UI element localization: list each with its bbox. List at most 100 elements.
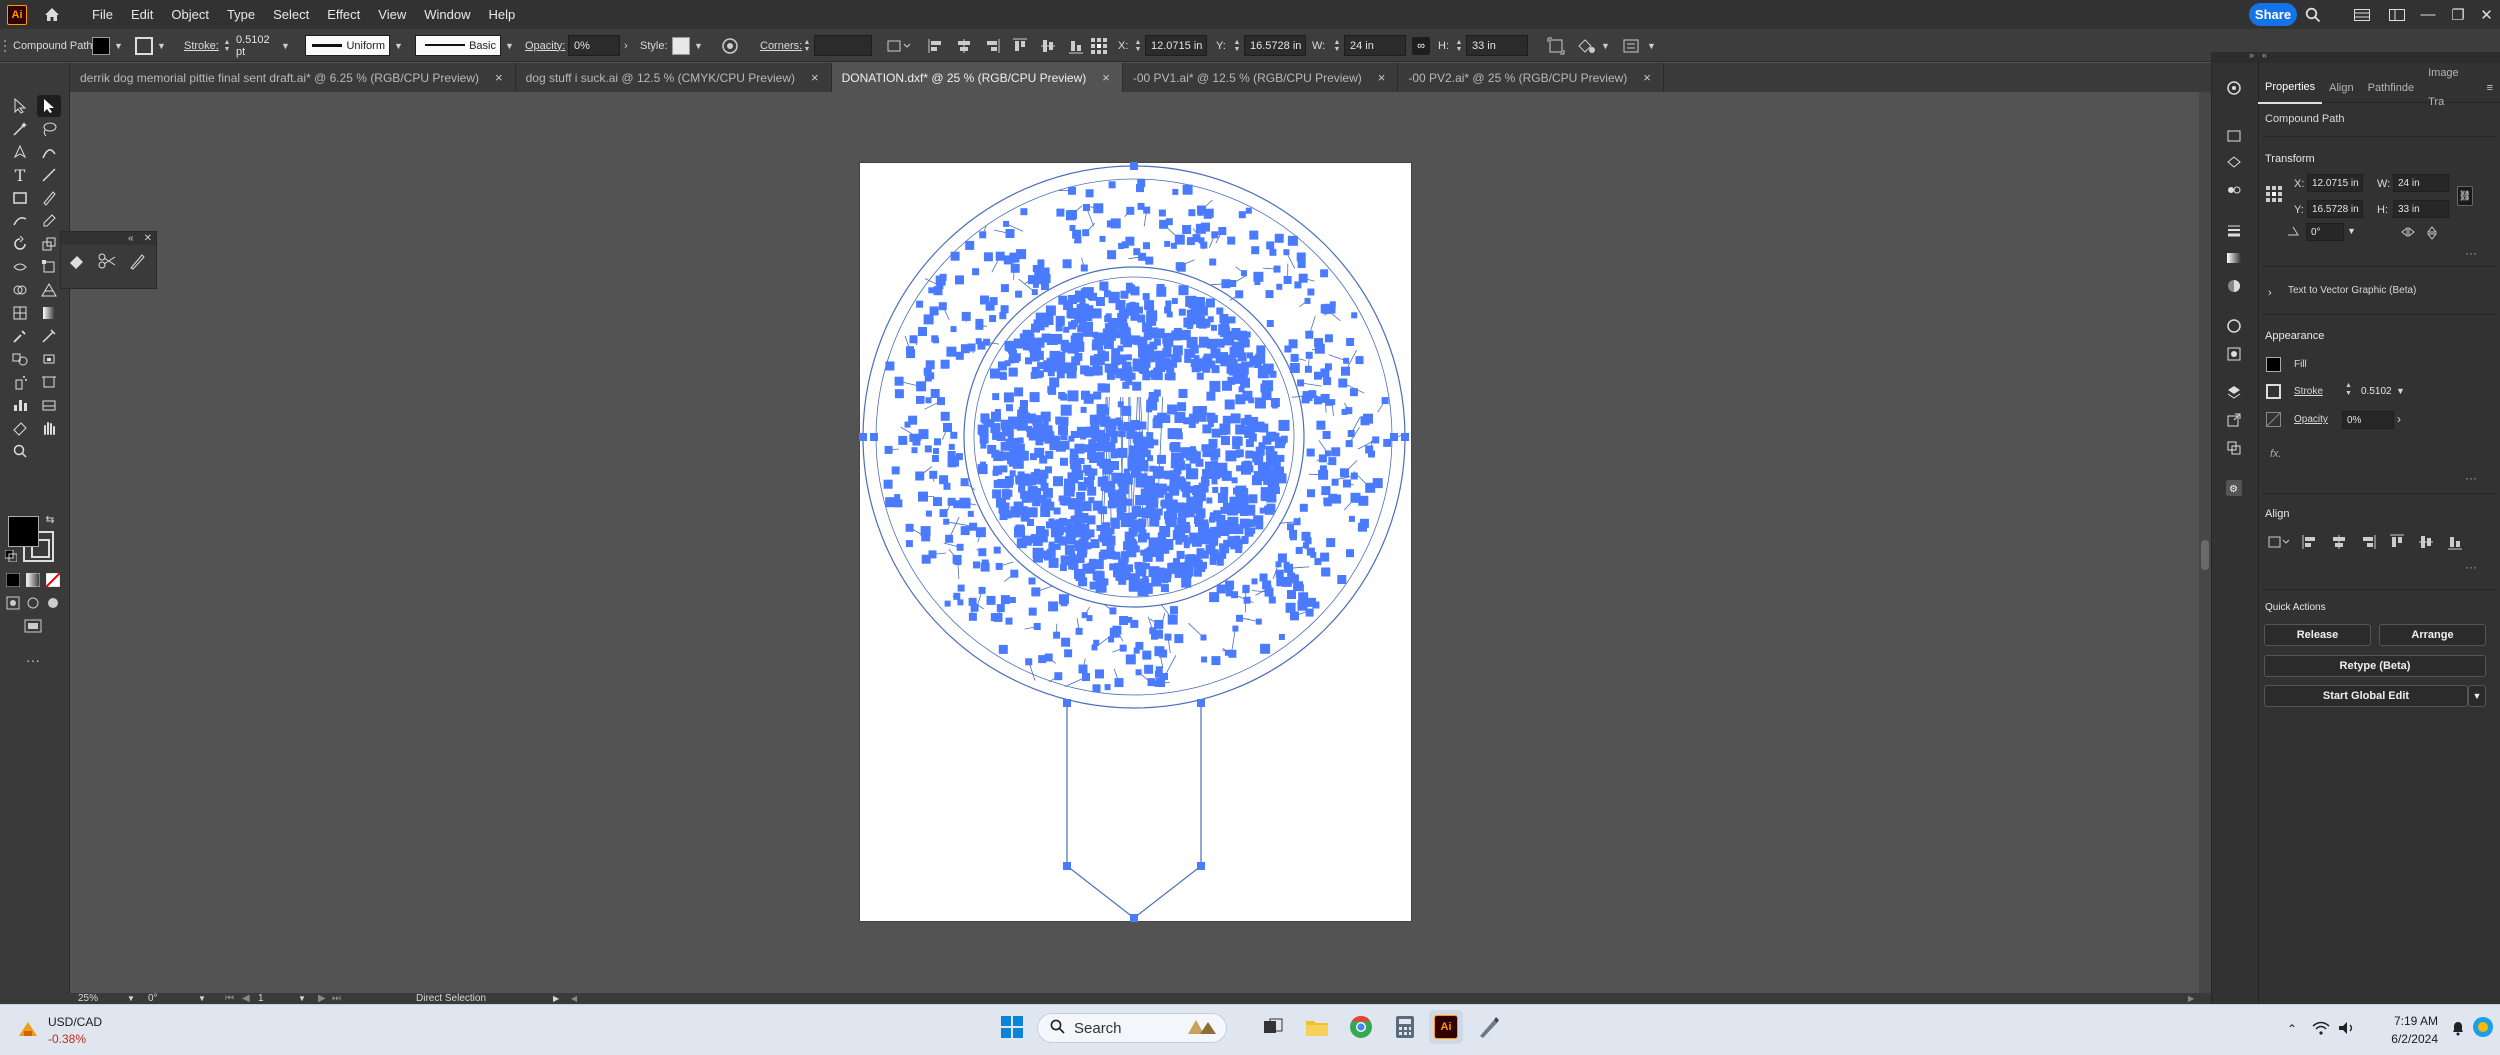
rotate-tool-icon[interactable] xyxy=(8,233,32,255)
collapse-icon[interactable]: » xyxy=(2249,50,2254,60)
menu-window[interactable]: Window xyxy=(415,0,479,29)
fill-color-control[interactable]: ▼ xyxy=(92,29,123,62)
stroke-weight-field[interactable]: 0.5102 xyxy=(2357,382,2395,400)
pen-app-icon[interactable] xyxy=(1472,1010,1506,1044)
w-control[interactable]: ▲ ▼ 24 in xyxy=(1333,29,1406,62)
close-icon[interactable]: ✕ xyxy=(2473,0,2500,29)
clock-date[interactable]: 6/2/2024 xyxy=(2374,1032,2438,1046)
tab-pv2[interactable]: -00 PV2.ai* @ 25 % (RGB/CPU Preview) × xyxy=(1398,63,1664,92)
stepper-icon[interactable]: ▲ ▼ xyxy=(2345,382,2353,398)
tab-align[interactable]: Align xyxy=(2322,74,2360,103)
close-icon[interactable]: × xyxy=(1378,70,1386,85)
chevron-up-icon[interactable]: ⌃ xyxy=(2287,1022,2297,1036)
tab-dog-stuff[interactable]: dog stuff i suck.ai @ 12.5 % (CMYK/CPU P… xyxy=(516,63,832,92)
calculator-icon[interactable] xyxy=(1388,1010,1422,1044)
first-artboard-icon[interactable]: ⏮ xyxy=(225,993,234,1004)
eraser-icon[interactable] xyxy=(8,417,32,439)
stroke-label[interactable]: Stroke xyxy=(2294,386,2323,397)
stroke-weight-control[interactable]: ▲ ▼ 0.5102 pt ▼ xyxy=(223,29,290,62)
color-mode-icon[interactable] xyxy=(4,571,22,589)
fill-color-swatch[interactable] xyxy=(8,516,39,547)
align-bottom-icon[interactable] xyxy=(1065,35,1087,57)
menu-edit[interactable]: Edit xyxy=(122,0,162,29)
menu-type[interactable]: Type xyxy=(218,0,264,29)
magic-wand-icon[interactable] xyxy=(8,118,32,140)
width-tool-icon[interactable] xyxy=(8,256,32,278)
default-colors-icon[interactable] xyxy=(4,549,18,563)
wifi-icon[interactable] xyxy=(2312,1021,2330,1038)
screen-mode-icon[interactable] xyxy=(22,617,44,635)
symbol-sprayer-icon[interactable] xyxy=(8,371,32,393)
collapse-icon[interactable]: « xyxy=(128,233,134,244)
menu-effect[interactable]: Effect xyxy=(318,0,369,29)
stroke-color-control[interactable]: ▼ xyxy=(135,29,166,62)
flip-horizontal-icon[interactable] xyxy=(2401,226,2415,240)
constrain-proportions-icon[interactable]: ∞ xyxy=(1412,29,1430,62)
opacity-label[interactable]: Opacity xyxy=(2294,414,2328,425)
align-top-icon[interactable] xyxy=(2389,534,2405,553)
search-icon[interactable] xyxy=(2300,0,2326,29)
chevron-down-icon[interactable]: ▼ xyxy=(694,41,703,51)
tab-image-trace[interactable]: Image Tra xyxy=(2421,59,2479,117)
shape-options-icon[interactable]: ▼ xyxy=(1577,29,1610,62)
opacity-control[interactable]: 0% › xyxy=(568,29,628,62)
properties-panel-icon[interactable] xyxy=(2223,78,2245,98)
chevron-down-icon[interactable]: ▼ xyxy=(114,41,123,51)
menu-file[interactable]: File xyxy=(83,0,122,29)
ticker-name[interactable]: USD/CAD xyxy=(48,1015,102,1029)
align-middle-icon[interactable] xyxy=(2418,534,2434,553)
chevron-right-icon[interactable]: › xyxy=(2268,287,2272,299)
slice-tool-icon[interactable] xyxy=(37,394,61,416)
more-options-icon[interactable]: ··· xyxy=(2465,246,2477,260)
y-control[interactable]: ▲ ▼ 16.5728 in xyxy=(1233,29,1306,62)
chevron-down-icon[interactable]: ▼ xyxy=(1647,41,1656,51)
zoom-tool-icon[interactable] xyxy=(8,440,32,462)
free-transform-icon[interactable] xyxy=(37,256,61,278)
constrain-proportions-icon[interactable]: ⛓ xyxy=(2457,186,2473,206)
gradient-mode-icon[interactable] xyxy=(24,571,42,589)
more-options-icon[interactable]: ··· xyxy=(2465,471,2477,485)
brush-field[interactable]: Basic xyxy=(415,35,501,56)
chevron-down-icon[interactable]: ▼ xyxy=(394,41,403,51)
line-tool-icon[interactable] xyxy=(37,164,61,186)
align-middle-icon[interactable] xyxy=(1037,35,1059,57)
menu-view[interactable]: View xyxy=(369,0,415,29)
stroke-panel-icon[interactable] xyxy=(2223,220,2245,240)
pen-tool-icon[interactable] xyxy=(8,141,32,163)
weather-widget-icon[interactable] xyxy=(16,1018,40,1042)
swap-colors-icon[interactable]: ⇆ xyxy=(43,512,57,526)
chevron-down-icon[interactable]: ▼ xyxy=(505,41,514,51)
align-left-icon[interactable] xyxy=(2302,534,2318,553)
column-graph-icon[interactable] xyxy=(8,394,32,416)
tab-pv1[interactable]: -00 PV1.ai* @ 12.5 % (RGB/CPU Preview) × xyxy=(1123,63,1399,92)
artboard-tool-icon[interactable] xyxy=(37,371,61,393)
align-bottom-icon[interactable] xyxy=(2447,534,2463,553)
home-icon[interactable] xyxy=(39,4,65,26)
workspace-icon[interactable] xyxy=(2385,0,2409,29)
graphic-style-swatch[interactable] xyxy=(672,36,690,55)
live-paint-icon[interactable] xyxy=(37,348,61,370)
shape-builder-icon[interactable] xyxy=(8,279,32,301)
tab-donation[interactable]: DONATION.dxf* @ 25 % (RGB/CPU Preview) × xyxy=(831,63,1123,92)
close-icon[interactable]: × xyxy=(495,70,503,85)
next-artboard-icon[interactable]: ▶ xyxy=(318,993,326,1004)
tab-derrik-dog-memorial[interactable]: derrik dog memorial pittie final sent dr… xyxy=(70,63,516,92)
chevron-down-icon[interactable]: ▼ xyxy=(2468,685,2486,707)
pencil-icon[interactable] xyxy=(37,210,61,232)
y-field[interactable]: 16.5728 in xyxy=(2307,200,2363,218)
y-field[interactable]: 16.5728 in xyxy=(1244,35,1306,56)
text-to-vector-section[interactable]: Text to Vector Graphic (Beta) xyxy=(2288,285,2416,296)
stroke-swatch[interactable] xyxy=(2266,384,2281,399)
close-icon[interactable]: × xyxy=(811,70,819,85)
x-control[interactable]: ▲ ▼ 12.0715 in xyxy=(1134,29,1207,62)
align-center-icon[interactable] xyxy=(2331,534,2347,553)
artboards-panel-icon[interactable] xyxy=(2223,438,2245,458)
corners-label[interactable]: Corners: xyxy=(760,29,802,62)
lasso-icon[interactable] xyxy=(37,118,61,140)
start-global-edit-button[interactable]: Start Global Edit xyxy=(2264,685,2468,707)
clock-time[interactable]: 7:19 AM xyxy=(2374,1014,2438,1028)
draw-normal-icon[interactable] xyxy=(4,594,22,612)
stepper-icon[interactable]: ▲ ▼ xyxy=(1134,37,1142,55)
arrange-button[interactable]: Arrange xyxy=(2379,624,2486,646)
corners-field[interactable] xyxy=(814,35,872,56)
